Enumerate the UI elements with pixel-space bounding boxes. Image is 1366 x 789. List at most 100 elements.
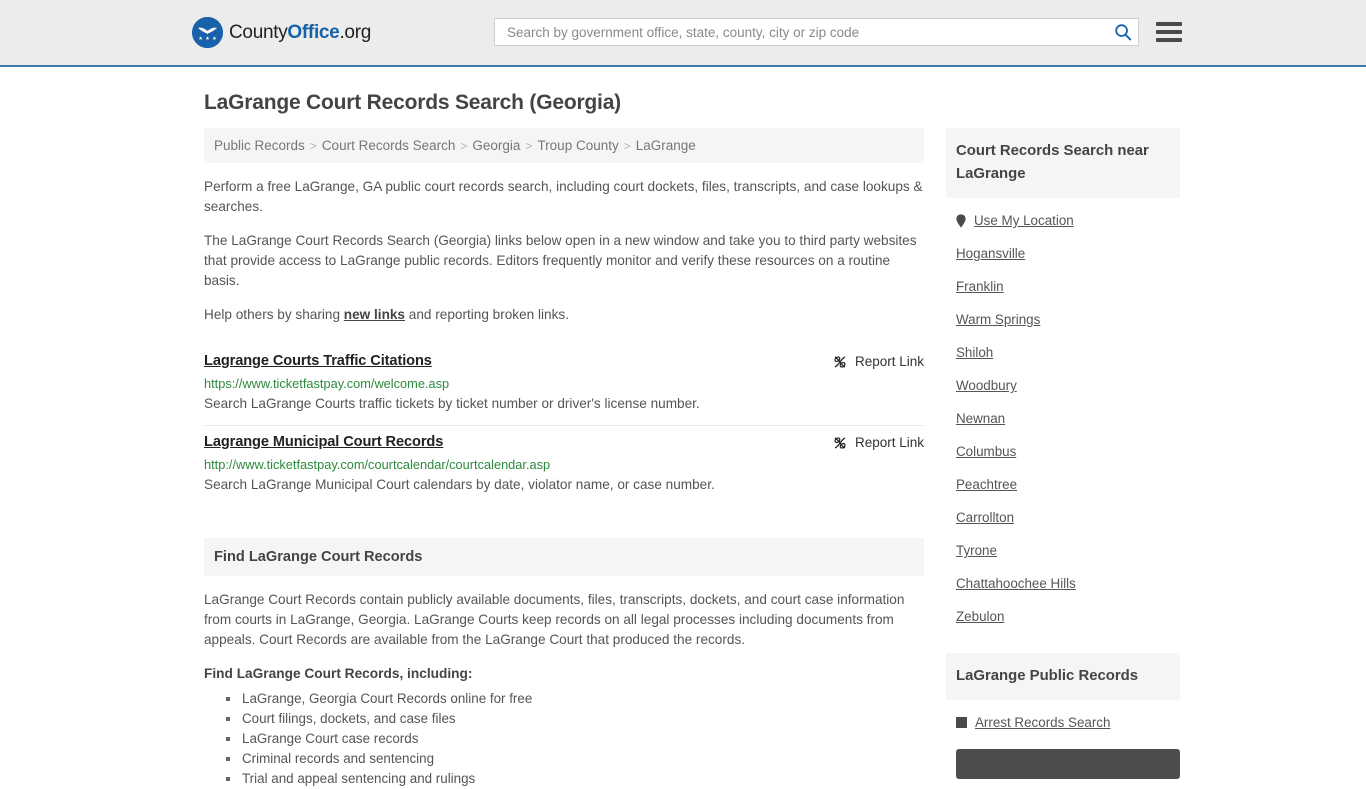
breadcrumb-item-lagrange[interactable]: LaGrange	[636, 138, 696, 153]
breadcrumb-separator: >	[525, 139, 533, 153]
eagle-shield-logo-icon	[192, 17, 223, 48]
sidebar-nearby-heading: Court Records Search near LaGrange	[946, 128, 1180, 198]
breadcrumb-separator: >	[460, 139, 468, 153]
sidebar-public-records-box: LaGrange Public Records Arrest Records S…	[946, 653, 1180, 779]
list-item: LaGrange, Georgia Court Records online f…	[226, 689, 924, 709]
broken-link-icon	[833, 436, 847, 450]
sidebar-link-label[interactable]: Carrollton	[956, 510, 1014, 525]
hamburger-bar	[1156, 38, 1182, 42]
sidebar-item-newnan[interactable]: Newnan	[946, 402, 1180, 435]
records-bullet-list: LaGrange, Georgia Court Records online f…	[204, 689, 924, 789]
link-title-row: Lagrange Courts Traffic Citations Report…	[204, 353, 924, 369]
sidebar-item-warm-springs[interactable]: Warm Springs	[946, 303, 1180, 336]
resource-link-url: http://www.ticketfastpay.com/courtcalend…	[204, 457, 551, 472]
sidebar-item-tyrone[interactable]: Tyrone	[946, 534, 1180, 567]
sidebar-public-records-links: Arrest Records Search	[946, 700, 1180, 779]
site-header: CountyOffice.org	[0, 0, 1366, 67]
resource-link-description: Search LaGrange Courts traffic tickets b…	[204, 396, 700, 411]
sidebar-link-label[interactable]: Franklin	[956, 279, 1004, 294]
list-item: Court filings, dockets, and case files	[226, 709, 924, 729]
find-records-section: Find LaGrange Court Records LaGrange Cou…	[204, 538, 924, 789]
site-logo[interactable]: CountyOffice.org	[192, 17, 371, 48]
logo-text: CountyOffice.org	[229, 22, 371, 44]
section-sub-heading: Find LaGrange Court Records, including:	[204, 666, 473, 681]
breadcrumb-item-georgia[interactable]: Georgia	[472, 138, 520, 153]
section-paragraph: LaGrange Court Records contain publicly …	[204, 592, 905, 647]
sidebar-item-zebulon[interactable]: Zebulon	[946, 600, 1180, 633]
breadcrumb-separator: >	[623, 139, 631, 153]
resource-link-url: https://www.ticketfastpay.com/welcome.as…	[204, 376, 450, 391]
square-bullet-icon	[956, 717, 967, 728]
breadcrumb-item-troup-county[interactable]: Troup County	[537, 138, 618, 153]
resource-link-title[interactable]: Lagrange Courts Traffic Citations	[204, 353, 432, 369]
share-text-after: and reporting broken links.	[405, 307, 569, 322]
link-title-row: Lagrange Municipal Court Records Report …	[204, 434, 924, 450]
sidebar-item-woodbury[interactable]: Woodbury	[946, 369, 1180, 402]
map-pin-icon	[956, 213, 966, 228]
hamburger-bar	[1156, 22, 1182, 26]
section-heading: Find LaGrange Court Records	[204, 538, 924, 576]
intro-paragraph-3: Help others by sharing new links and rep…	[204, 305, 924, 325]
resource-link-description: Search LaGrange Municipal Court calendar…	[204, 477, 715, 492]
resource-link-title[interactable]: Lagrange Municipal Court Records	[204, 434, 443, 450]
sidebar-link-label[interactable]: Use My Location	[974, 213, 1074, 228]
breadcrumb: Public Records > Court Records Search > Geor…	[204, 128, 924, 163]
section-body: LaGrange Court Records contain publicly …	[204, 576, 924, 789]
sidebar-link-label[interactable]: Columbus	[956, 444, 1016, 459]
hamburger-bar	[1156, 30, 1182, 34]
sidebar-item-peachtree[interactable]: Peachtree	[946, 468, 1180, 501]
header-search-area	[494, 18, 1182, 46]
list-item: LaGrange Court case records	[226, 729, 924, 749]
new-links-link[interactable]: new links	[344, 307, 405, 322]
breadcrumb-item-court-records-search[interactable]: Court Records Search	[322, 138, 456, 153]
list-item: Lagrange Municipal Court Records Report …	[204, 426, 924, 506]
report-link-button[interactable]: Report Link	[833, 435, 924, 450]
sidebar-item-carrollton[interactable]: Carrollton	[946, 501, 1180, 534]
sidebar-link-label[interactable]: Tyrone	[956, 543, 997, 558]
logo-text-org: .org	[339, 21, 371, 43]
sidebar-public-records-heading: LaGrange Public Records	[946, 653, 1180, 700]
sidebar-nearby-links: Use My Location Hogansville Franklin War…	[946, 198, 1180, 633]
logo-text-county: County	[229, 21, 288, 43]
sidebar-item-use-my-location[interactable]: Use My Location	[946, 204, 1180, 237]
broken-link-icon	[833, 355, 847, 369]
resource-link-list: Lagrange Courts Traffic Citations Report…	[204, 345, 924, 506]
intro-paragraph-1: Perform a free LaGrange, GA public court…	[204, 179, 923, 214]
sidebar-link-label[interactable]: Shiloh	[956, 345, 993, 360]
list-item: Lagrange Courts Traffic Citations Report…	[204, 345, 924, 426]
sidebar-link-label[interactable]: Hogansville	[956, 246, 1025, 261]
sidebar-link-label[interactable]: Chattahoochee Hills	[956, 576, 1076, 591]
report-link-label: Report Link	[854, 435, 924, 450]
intro-paragraph-2: The LaGrange Court Records Search (Georg…	[204, 233, 917, 288]
list-item: Trial and appeal sentencing and rulings	[226, 769, 924, 789]
hamburger-menu-icon[interactable]	[1156, 22, 1182, 42]
sidebar-item-arrest-records-search[interactable]: Arrest Records Search	[946, 706, 1180, 739]
sidebar-item-chattahoochee-hills[interactable]: Chattahoochee Hills	[946, 567, 1180, 600]
search-icon[interactable]	[1114, 23, 1132, 41]
sidebar-item-hogansville[interactable]: Hogansville	[946, 237, 1180, 270]
sidebar-item-columbus[interactable]: Columbus	[946, 435, 1180, 468]
sidebar-link-label[interactable]: Warm Springs	[956, 312, 1040, 327]
sidebar-cta-button[interactable]	[956, 749, 1180, 779]
sidebar-nearby-box: Court Records Search near LaGrange Use M…	[946, 128, 1180, 633]
page-title: LaGrange Court Records Search (Georgia)	[204, 91, 621, 114]
sidebar-link-label[interactable]: Newnan	[956, 411, 1005, 426]
search-box[interactable]	[494, 18, 1139, 46]
sidebar: Court Records Search near LaGrange Use M…	[946, 128, 1180, 783]
content-wrapper: Public Records > Court Records Search > Geor…	[204, 128, 1180, 789]
sidebar-link-label[interactable]: Arrest Records Search	[975, 715, 1110, 730]
sidebar-item-shiloh[interactable]: Shiloh	[946, 336, 1180, 369]
list-item: Criminal records and sentencing	[226, 749, 924, 769]
sidebar-link-label[interactable]: Peachtree	[956, 477, 1017, 492]
main-content: Public Records > Court Records Search > Geor…	[204, 128, 924, 789]
breadcrumb-item-public-records[interactable]: Public Records	[214, 138, 305, 153]
report-link-button[interactable]: Report Link	[833, 354, 924, 369]
page-container: LaGrange Court Records Search (Georgia) …	[0, 91, 1366, 789]
report-link-label: Report Link	[854, 354, 924, 369]
sidebar-item-franklin[interactable]: Franklin	[946, 270, 1180, 303]
breadcrumb-separator: >	[309, 139, 317, 153]
logo-text-office: Office	[287, 21, 340, 43]
sidebar-link-label[interactable]: Zebulon	[956, 609, 1004, 624]
sidebar-link-label[interactable]: Woodbury	[956, 378, 1017, 393]
search-input[interactable]	[505, 23, 1114, 41]
